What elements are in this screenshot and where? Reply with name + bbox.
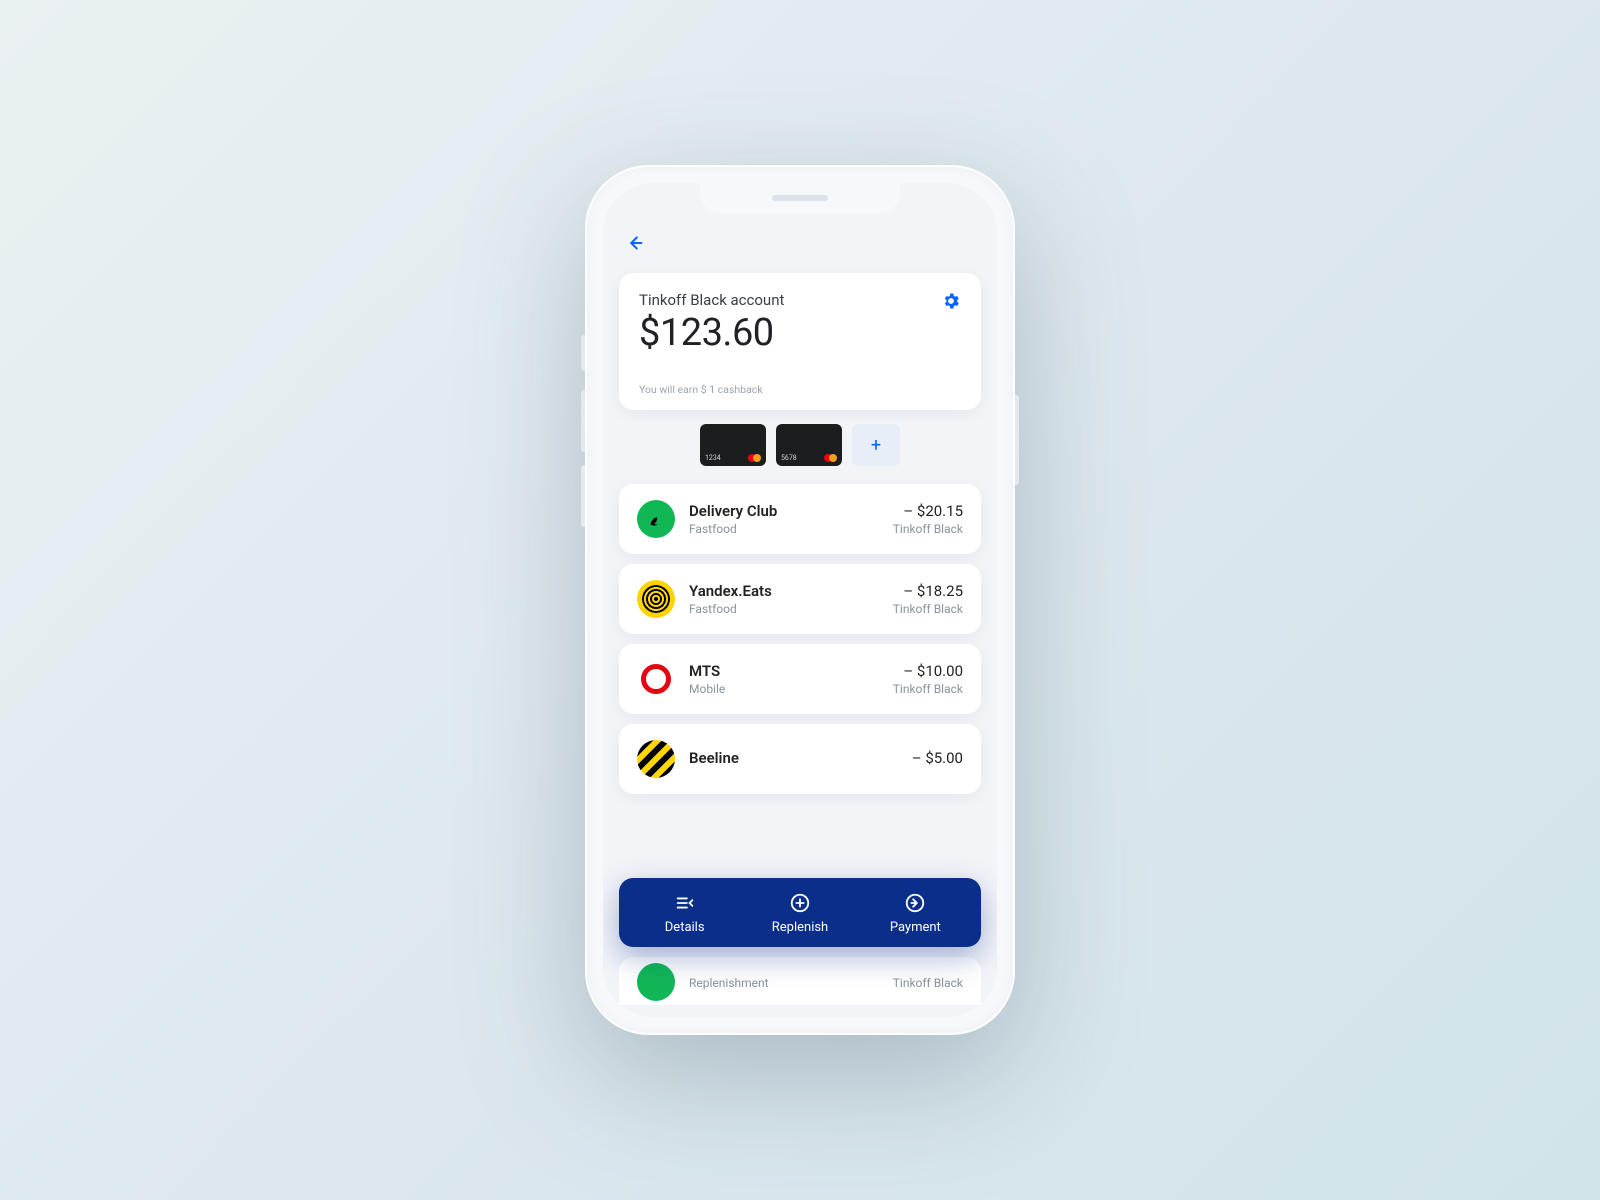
transaction-row[interactable]: MTS Mobile – $10.00 Tinkoff Black — [619, 644, 981, 714]
transaction-category: Fastfood — [689, 602, 879, 616]
action-label: Details — [665, 920, 705, 935]
account-name: Tinkoff Black account — [639, 291, 784, 309]
action-label: Payment — [890, 920, 941, 935]
action-bar: Details Replenish Payment — [619, 878, 981, 947]
card-last4: 5678 — [781, 454, 797, 462]
transaction-row[interactable]: Yandex.Eats Fastfood – $18.25 Tinkoff Bl… — [619, 564, 981, 634]
transaction-source: Tinkoff Black — [893, 602, 963, 616]
mastercard-icon — [748, 454, 761, 462]
transaction-category: Fastfood — [689, 522, 879, 536]
transaction-source: Tinkoff Black — [893, 682, 963, 696]
mastercard-icon — [824, 454, 837, 462]
gear-icon[interactable] — [941, 291, 961, 315]
card-thumbnail[interactable]: 1234 — [700, 424, 766, 466]
account-balance: $123.60 — [639, 311, 784, 355]
transaction-list: Delivery Club Fastfood – $20.15 Tinkoff … — [619, 484, 981, 794]
payment-button[interactable]: Payment — [870, 892, 960, 935]
cashback-note: You will earn $ 1 cashback — [639, 383, 961, 396]
merchant-icon-yandex — [637, 580, 675, 618]
phone-notch — [700, 183, 900, 213]
transaction-merchant: Delivery Club — [689, 502, 879, 520]
details-button[interactable]: Details — [640, 892, 730, 935]
transaction-row[interactable]: Delivery Club Fastfood – $20.15 Tinkoff … — [619, 484, 981, 554]
card-thumbnail[interactable]: 5678 — [776, 424, 842, 466]
transaction-row[interactable]: Beeline – $5.00 — [619, 724, 981, 794]
merchant-icon-beeline — [637, 740, 675, 778]
back-button[interactable] — [623, 232, 645, 254]
replenish-button[interactable]: Replenish — [755, 892, 845, 935]
transaction-category: Mobile — [689, 682, 879, 696]
transaction-merchant: Beeline — [689, 749, 898, 767]
transaction-peek: Replenishment Tinkoff Black — [619, 957, 981, 1005]
transaction-row[interactable]: Replenishment Tinkoff Black — [619, 957, 981, 1005]
transaction-source: Tinkoff Black — [893, 522, 963, 536]
cards-row: 1234 5678 + — [619, 410, 981, 484]
plus-icon: + — [871, 435, 881, 456]
transaction-amount: – $20.15 — [893, 502, 963, 520]
balance-card: Tinkoff Black account $123.60 You will e… — [619, 273, 981, 410]
card-last4: 1234 — [705, 454, 721, 462]
transaction-merchant: MTS — [689, 662, 879, 680]
phone-mockup: Tinkoff Black account $123.60 You will e… — [585, 165, 1015, 1035]
action-label: Replenish — [772, 920, 828, 935]
transaction-merchant: Yandex.Eats — [689, 582, 879, 600]
transaction-amount: – $18.25 — [893, 582, 963, 600]
transaction-source: Tinkoff Black — [893, 976, 963, 990]
transaction-amount: – $10.00 — [893, 662, 963, 680]
merchant-icon-delivery — [637, 500, 675, 538]
add-card-button[interactable]: + — [852, 424, 900, 466]
transaction-category: Replenishment — [689, 976, 879, 990]
merchant-icon-mts — [637, 660, 675, 698]
merchant-icon-replenish — [637, 963, 675, 1001]
transaction-amount: – $5.00 — [912, 749, 963, 767]
